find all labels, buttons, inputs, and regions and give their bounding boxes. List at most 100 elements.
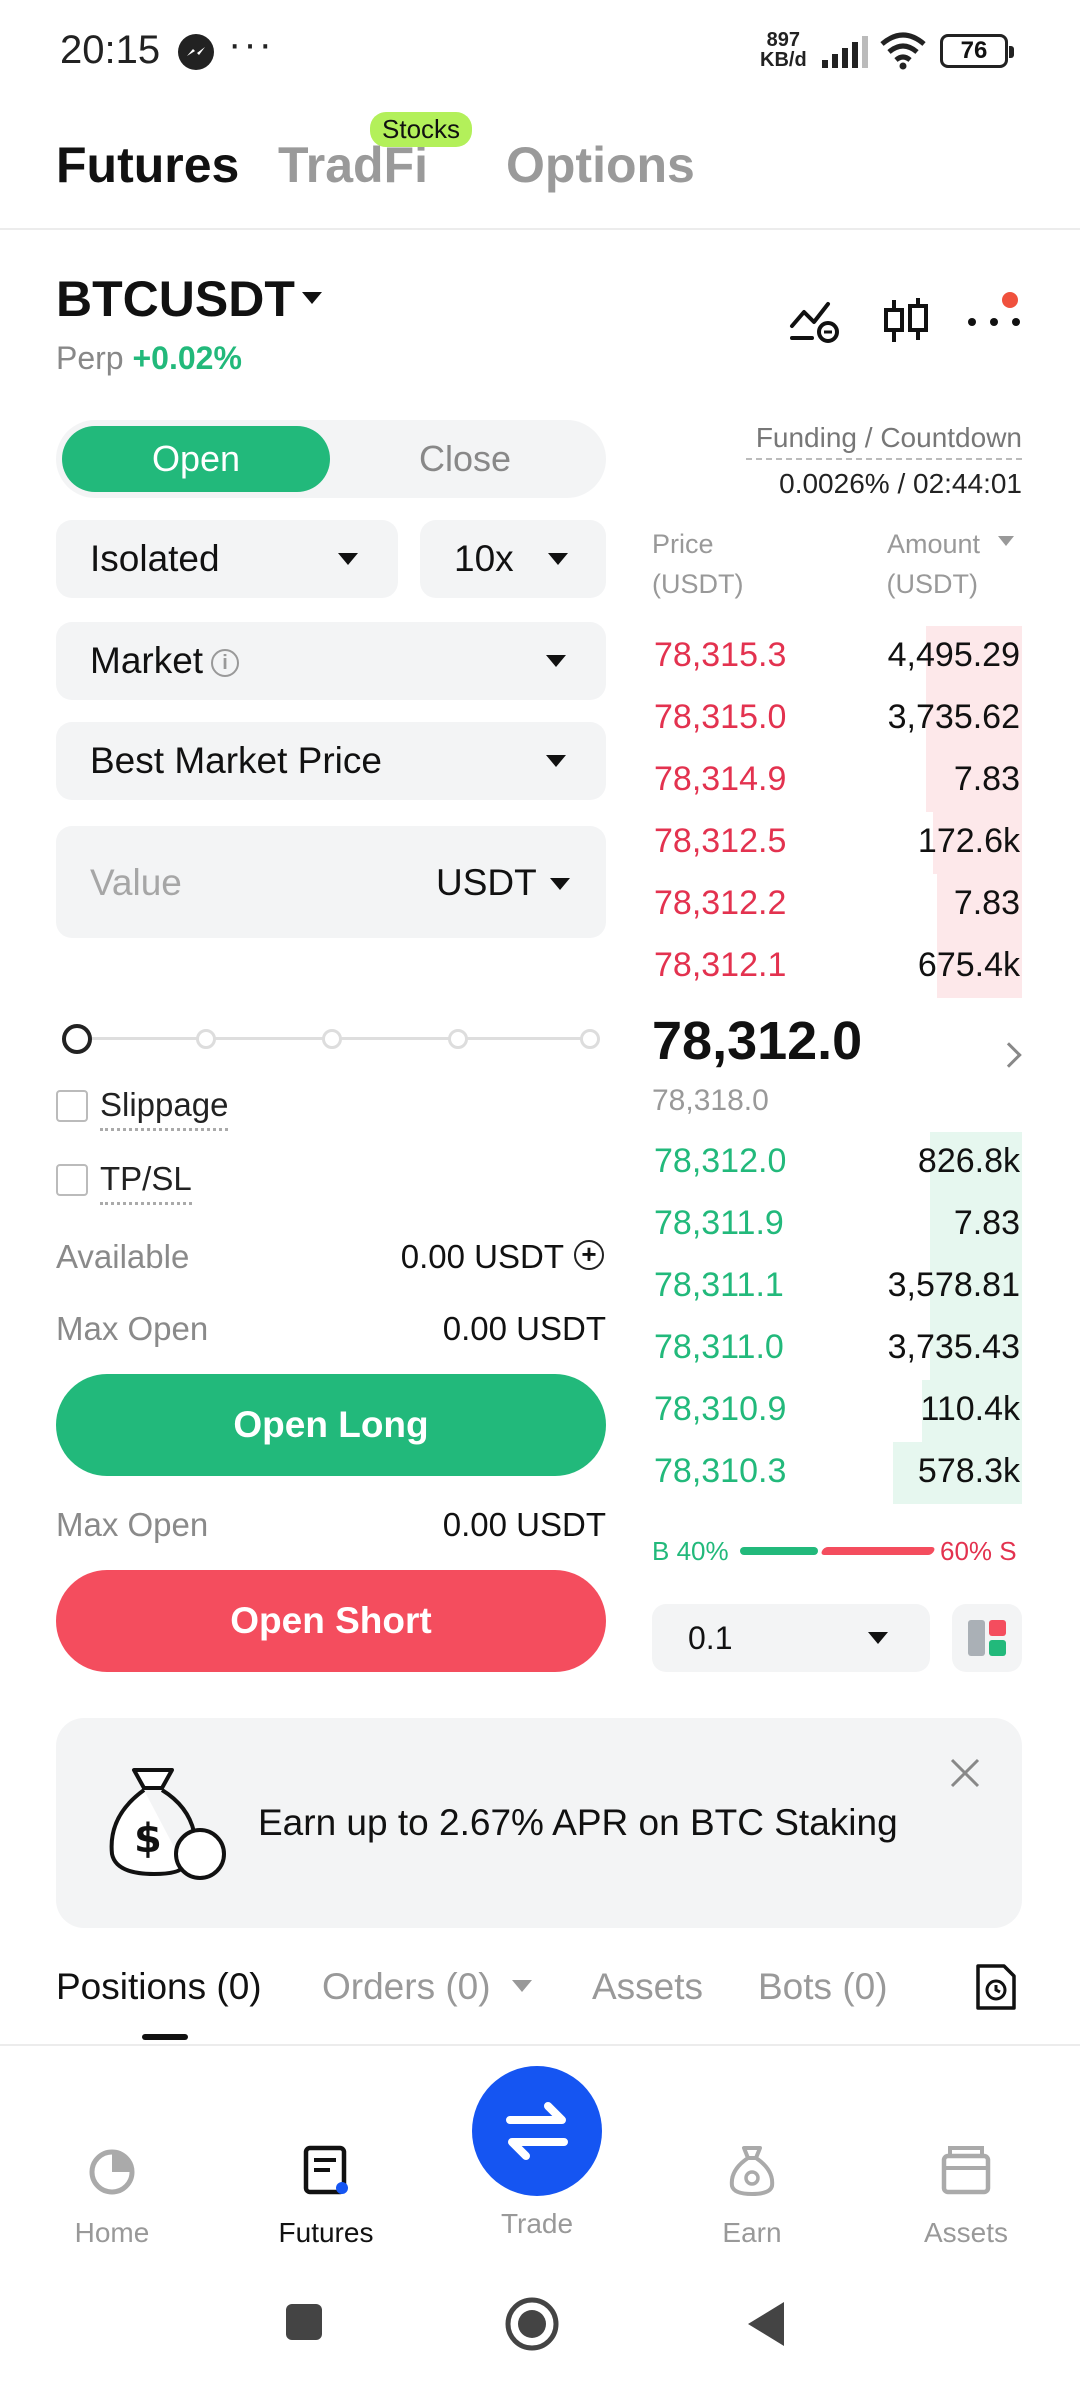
slippage-label[interactable]: Slippage: [100, 1086, 229, 1131]
nav-trade-label: Trade: [500, 2208, 574, 2239]
open-tab[interactable]: Open: [62, 426, 330, 492]
bid-row[interactable]: 78,311.0 3,735.43: [652, 1318, 1022, 1380]
home-button-icon[interactable]: [504, 2296, 560, 2352]
bid-price: 78,311.0: [654, 1328, 784, 1366]
tab-positions[interactable]: Positions (0): [56, 1966, 262, 2008]
tab-orders[interactable]: Orders (0): [322, 1966, 491, 2008]
price-header-label: Price: [652, 529, 714, 559]
bid-amount: 578.3k: [917, 1452, 1020, 1490]
bid-row[interactable]: 78,310.9 110.4k: [652, 1380, 1022, 1442]
ask-price: 78,312.1: [654, 946, 787, 984]
slider-handle[interactable]: [62, 1024, 92, 1054]
last-price: 78,312.0: [652, 1011, 863, 1071]
margin-mode-select[interactable]: Isolated: [56, 520, 398, 598]
tpsl-checkbox[interactable]: [56, 1164, 88, 1196]
open-short-button[interactable]: Open Short: [56, 1570, 606, 1672]
transfer-plus-icon[interactable]: +: [574, 1240, 604, 1270]
nav-futures[interactable]: Futures: [246, 2140, 406, 2249]
value-unit-select[interactable]: USDT: [436, 862, 537, 904]
price-change: +0.02%: [132, 340, 242, 376]
ask-price: 78,312.2: [654, 884, 787, 922]
precision-value: 0.1: [688, 1620, 733, 1656]
tab-futures[interactable]: Futures: [56, 136, 239, 194]
order-type-dropdown-icon: [546, 655, 566, 667]
recent-apps-icon[interactable]: [282, 2300, 326, 2344]
nav-earn[interactable]: Earn: [672, 2140, 832, 2249]
bid-row[interactable]: 78,310.3 578.3k: [652, 1442, 1022, 1504]
ask-price: 78,312.5: [654, 822, 787, 860]
ask-amount: 4,495.29: [887, 636, 1020, 674]
max-open-short-value: 0.00 USDT: [442, 1506, 606, 1543]
nav-home[interactable]: Home: [32, 2140, 192, 2249]
status-time: 20:15: [60, 28, 161, 72]
order-type-value: Market: [90, 640, 204, 681]
back-icon[interactable]: [744, 2300, 788, 2348]
bid-row[interactable]: 78,312.0 826.8k: [652, 1132, 1022, 1194]
trade-icon: [506, 2102, 568, 2160]
symbol-dropdown-icon[interactable]: [302, 292, 322, 304]
layout-icon: [968, 1620, 1006, 1656]
slider-step-75[interactable]: [448, 1029, 468, 1049]
orders-dropdown-icon[interactable]: [512, 1980, 532, 1992]
ask-row[interactable]: 78,312.1 675.4k: [652, 936, 1022, 998]
chevron-right-icon[interactable]: [996, 1042, 1022, 1068]
open-long-button[interactable]: Open Long: [56, 1374, 606, 1476]
ask-price: 78,315.0: [654, 698, 787, 736]
bid-row[interactable]: 78,311.9 7.83: [652, 1194, 1022, 1256]
order-type-select[interactable]: Market i: [56, 622, 606, 700]
ask-amount: 7.83: [953, 884, 1020, 922]
bid-amount: 826.8k: [917, 1142, 1020, 1180]
leverage-select[interactable]: 10x: [420, 520, 606, 598]
ask-row[interactable]: 78,312.2 7.83: [652, 874, 1022, 936]
info-icon[interactable]: i: [211, 649, 240, 677]
price-mode-select[interactable]: Best Market Price: [56, 722, 606, 800]
bid-price: 78,311.1: [654, 1266, 784, 1304]
sell-ratio: 60% S: [940, 1536, 1017, 1566]
nav-assets-label: Assets: [923, 2217, 1009, 2248]
amount-unit-dropdown-icon[interactable]: [998, 536, 1014, 546]
ask-row[interactable]: 78,312.5 172.6k: [652, 812, 1022, 874]
ask-row[interactable]: 78,315.0 3,735.62: [652, 688, 1022, 750]
close-icon[interactable]: [950, 1758, 980, 1788]
money-bag-icon: $: [109, 1768, 226, 1880]
nav-earn-label: Earn: [722, 2217, 782, 2248]
price-alert-icon[interactable]: [788, 296, 844, 346]
slippage-checkbox[interactable]: [56, 1090, 88, 1122]
candlestick-chart-icon[interactable]: [878, 296, 934, 346]
precision-dropdown-icon[interactable]: [868, 1632, 888, 1644]
ask-row[interactable]: 78,315.3 4,495.29: [652, 626, 1022, 688]
tpsl-label[interactable]: TP/SL: [100, 1160, 192, 1205]
notification-dot: [1002, 292, 1018, 308]
home-icon: [89, 2149, 135, 2195]
amount-header-label: Amount: [886, 529, 980, 559]
ask-row[interactable]: 78,314.9 7.83: [652, 750, 1022, 812]
funding-label[interactable]: Funding / Countdown: [746, 422, 1022, 460]
amount-column-header[interactable]: Amount (USDT): [820, 524, 980, 604]
unit-dropdown-icon[interactable]: [550, 878, 570, 890]
close-tab[interactable]: Close: [330, 426, 600, 492]
sell-ratio-bar: [820, 1547, 936, 1555]
trade-button[interactable]: [472, 2066, 602, 2196]
price-header-unit: (USDT): [652, 569, 744, 599]
more-notifications-icon: ···: [228, 22, 274, 66]
orderbook-layout-button[interactable]: [952, 1604, 1022, 1672]
precision-select[interactable]: 0.1: [652, 1604, 930, 1672]
bid-price: 78,312.0: [654, 1142, 787, 1180]
tab-options[interactable]: Options: [506, 136, 695, 194]
bid-price: 78,310.9: [654, 1390, 787, 1428]
leverage-value: 10x: [454, 538, 514, 579]
slider-step-25[interactable]: [196, 1029, 216, 1049]
bid-row[interactable]: 78,311.1 3,578.81: [652, 1256, 1022, 1318]
wallet-icon: [941, 2146, 991, 2195]
symbol-selector[interactable]: BTCUSDT: [56, 270, 295, 328]
tab-bots[interactable]: Bots (0): [758, 1966, 888, 2008]
margin-mode-value: Isolated: [90, 538, 220, 579]
promo-text: Earn up to 2.67% APR on BTC Staking: [258, 1802, 898, 1843]
slider-step-100[interactable]: [580, 1029, 600, 1049]
history-icon[interactable]: [974, 1962, 1018, 2012]
price-column-header: Price (USDT): [652, 524, 743, 604]
tab-assets[interactable]: Assets: [592, 1966, 703, 2008]
nav-assets[interactable]: Assets: [886, 2140, 1046, 2249]
available-label: Available: [56, 1238, 190, 1275]
slider-step-50[interactable]: [322, 1029, 342, 1049]
